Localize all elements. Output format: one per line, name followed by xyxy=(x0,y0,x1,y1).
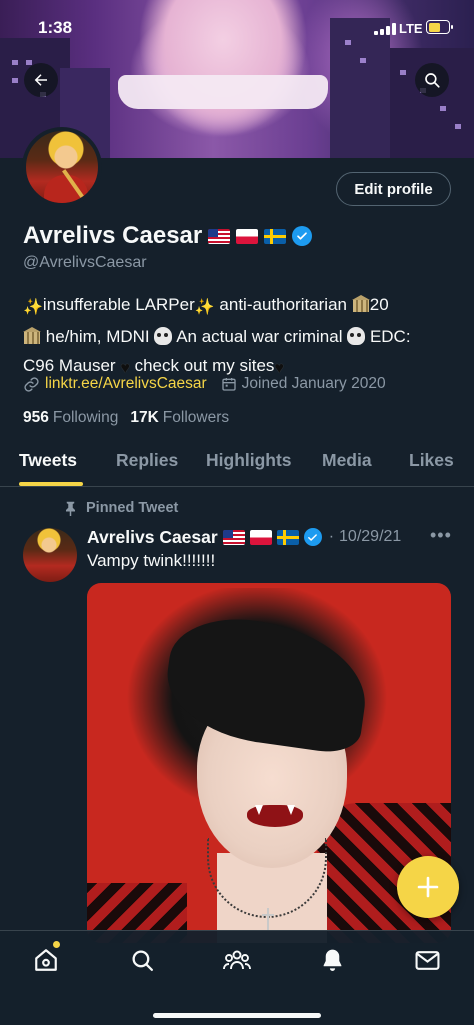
communities-icon xyxy=(223,950,251,970)
profile-name-row: Avrelivs Caesar xyxy=(23,220,313,252)
poland-flag-icon xyxy=(249,529,272,545)
display-name: Avrelivs Caesar xyxy=(23,222,203,249)
edit-profile-button[interactable]: Edit profile xyxy=(336,172,451,206)
followers-count: 17K xyxy=(130,409,159,426)
messages-icon xyxy=(415,950,439,970)
profile-bio: ✨insufferable LARPer✨ anti-authoritarian… xyxy=(23,290,453,383)
home-notification-dot xyxy=(53,941,60,948)
link-icon xyxy=(24,376,39,392)
home-indicator[interactable] xyxy=(153,1013,321,1018)
sweden-flag-icon xyxy=(264,228,287,244)
nav-messages[interactable] xyxy=(410,945,444,975)
us-flag-icon xyxy=(208,228,231,244)
more-horizontal-icon[interactable]: ••• xyxy=(430,525,452,546)
tab-media[interactable]: Media xyxy=(322,450,372,471)
tweet-date[interactable]: 10/29/21 xyxy=(339,528,401,546)
signal-icon xyxy=(374,23,396,35)
tab-tweets[interactable]: Tweets xyxy=(19,450,77,471)
bio-text: EDC: xyxy=(369,327,411,346)
bio-text: insufferable LARPer xyxy=(42,295,195,314)
plus-icon xyxy=(417,876,439,898)
back-button[interactable] xyxy=(24,63,58,97)
nav-notifications[interactable] xyxy=(315,945,349,975)
nav-search[interactable] xyxy=(125,945,159,975)
profile-avatar[interactable] xyxy=(22,127,102,207)
skull-icon xyxy=(154,327,173,345)
home-icon xyxy=(35,949,57,971)
battery-icon xyxy=(426,20,453,34)
poland-flag-icon xyxy=(236,228,259,244)
tweet-author-name[interactable]: Avrelivs Caesar xyxy=(87,527,218,548)
tweet-header: Avrelivs Caesar · 10/29/21 xyxy=(87,524,401,550)
bio-text: 20 xyxy=(369,295,389,314)
tab-replies[interactable]: Replies xyxy=(116,450,178,471)
following-count: 956 xyxy=(23,409,49,426)
profile-meta: linktr.ee/AvrelivsCaesar Joined January … xyxy=(23,372,386,396)
bottom-navigation xyxy=(0,930,474,1025)
pinned-text: Pinned Tweet xyxy=(86,500,179,516)
tab-likes[interactable]: Likes xyxy=(409,450,454,471)
nav-home[interactable] xyxy=(29,945,63,975)
bio-text: An actual war criminal xyxy=(176,327,343,346)
bio-text: anti-authoritarian xyxy=(219,295,347,314)
status-bar: 1:38 LTE xyxy=(0,0,474,56)
notifications-icon xyxy=(323,949,341,971)
tweet-text: Vampy twink!!!!!!! xyxy=(87,551,216,570)
search-icon xyxy=(425,73,440,88)
following-link[interactable]: 956 Following xyxy=(23,409,118,427)
joined-text: Joined January 2020 xyxy=(241,375,386,392)
followers-link[interactable]: 17K Followers xyxy=(130,409,229,427)
profile-tabs: Tweets Replies Highlights Media Likes xyxy=(0,438,474,487)
network-type: LTE xyxy=(399,21,423,36)
bio-text: he/him, MDNI xyxy=(45,327,150,346)
compose-tweet-button[interactable] xyxy=(397,856,459,918)
profile-handle: @AvrelivsCaesar xyxy=(23,254,147,271)
sweden-flag-icon xyxy=(276,529,299,545)
pinned-tweet-label: Pinned Tweet xyxy=(64,500,178,516)
skull-icon xyxy=(347,327,366,345)
classical-building-icon xyxy=(351,295,370,312)
nav-communities[interactable] xyxy=(220,945,254,975)
classical-building-icon xyxy=(23,327,41,344)
search-button[interactable] xyxy=(415,63,449,97)
verified-badge-icon[interactable] xyxy=(292,226,313,246)
arrow-left-icon xyxy=(34,74,47,86)
active-tab-indicator xyxy=(19,482,83,486)
tweet-date-sep: · xyxy=(328,528,335,545)
sparkles-icon: ✨ xyxy=(23,299,43,316)
calendar-icon xyxy=(222,378,236,391)
joined-date: Joined January 2020 xyxy=(221,375,386,393)
search-icon xyxy=(132,950,153,971)
tweet-author-avatar[interactable] xyxy=(23,528,77,582)
us-flag-icon xyxy=(222,529,245,545)
profile-link[interactable]: linktr.ee/AvrelivsCaesar xyxy=(45,375,207,393)
following-label: Following xyxy=(52,409,119,426)
followers-label: Followers xyxy=(162,409,230,426)
verified-badge-icon xyxy=(303,528,322,546)
follow-stats: 956 Following 17K Followers xyxy=(23,406,229,430)
pin-icon xyxy=(66,501,75,516)
status-time: 1:38 xyxy=(38,18,73,37)
sparkles-icon: ✨ xyxy=(194,299,215,316)
tab-highlights[interactable]: Highlights xyxy=(206,450,292,471)
